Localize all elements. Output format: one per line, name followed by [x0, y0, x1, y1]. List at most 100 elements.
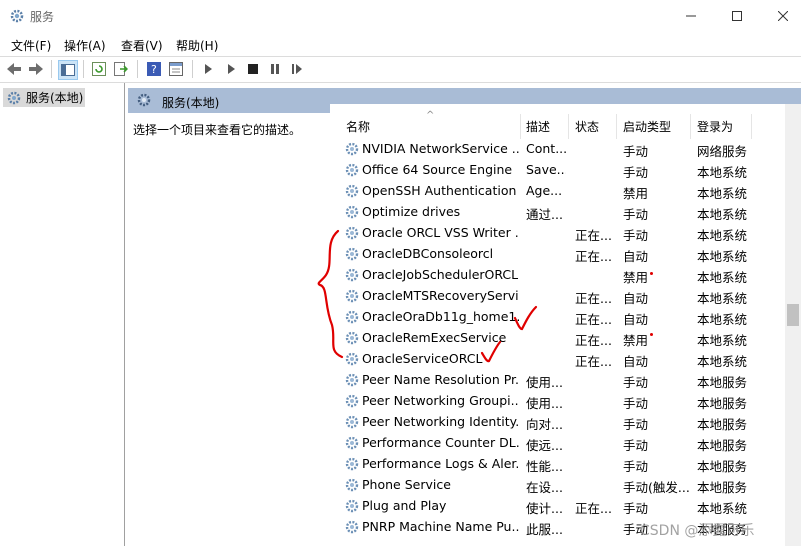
service-startup-type: 手动	[623, 375, 649, 390]
annotation-dot	[650, 333, 653, 336]
minimize-icon	[686, 15, 696, 17]
watermark: CSDN @添露可乐	[640, 523, 755, 539]
service-log-on-as: 本地服务	[697, 438, 748, 453]
service-startup-type: 自动	[623, 291, 649, 306]
service-startup-type: 手动	[623, 228, 649, 243]
console-tree-icon	[61, 64, 75, 76]
close-button[interactable]	[760, 0, 801, 32]
service-name: Peer Networking Identity...	[362, 414, 519, 429]
forward-button[interactable]	[27, 60, 45, 78]
service-log-on-as: 本地系统	[697, 291, 748, 306]
service-row[interactable]: Optimize drives 通过... 手动 本地系统	[340, 202, 760, 223]
restart-service-button[interactable]	[288, 60, 306, 78]
menu-help[interactable]: 帮助(H)	[176, 37, 218, 54]
column-divider[interactable]	[751, 114, 752, 139]
service-name: Performance Logs & Aler...	[362, 456, 519, 471]
service-row[interactable]: Performance Logs & Aler... 性能... 手动 本地服务	[340, 454, 760, 475]
play-icon	[228, 64, 235, 74]
stop-icon	[248, 64, 258, 74]
toolbar-separator	[83, 60, 84, 78]
service-description: Age...	[526, 183, 563, 198]
back-button[interactable]	[5, 60, 23, 78]
properties-button[interactable]	[167, 60, 185, 78]
service-description: Cont...	[526, 141, 566, 156]
service-log-on-as: 本地系统	[697, 501, 748, 516]
window-title: 服务	[30, 10, 55, 24]
show-tree-button[interactable]	[58, 60, 78, 80]
service-row[interactable]: Plug and Play 使计... 正在... 手动 本地系统	[340, 496, 760, 517]
service-row[interactable]: Peer Networking Identity... 向对... 手动 本地服务	[340, 412, 760, 433]
services-gear-icon	[7, 91, 21, 104]
refresh-button[interactable]	[90, 60, 108, 78]
column-header-startup-type[interactable]: 启动类型	[623, 118, 671, 135]
service-row[interactable]: Performance Counter DL... 使远... 手动 本地服务	[340, 433, 760, 454]
service-log-on-as: 本地系统	[697, 249, 748, 264]
stop-service-button[interactable]	[244, 60, 262, 78]
scrollbar-thumb[interactable]	[787, 304, 799, 326]
column-divider[interactable]	[520, 114, 521, 139]
service-row[interactable]: Office 64 Source Engine Save... 手动 本地系统	[340, 160, 760, 181]
service-startup-type: 自动	[623, 312, 649, 327]
minimize-button[interactable]	[668, 0, 714, 32]
column-header-log-on-as[interactable]: 登录为	[697, 118, 733, 135]
service-row[interactable]: Peer Networking Groupi... 使用... 手动 本地服务	[340, 391, 760, 412]
service-name: NVIDIA NetworkService ...	[362, 141, 519, 156]
column-divider[interactable]	[616, 114, 617, 139]
service-description: 使用...	[526, 396, 563, 411]
toolbar-separator	[51, 60, 52, 78]
service-description: 在设...	[526, 480, 563, 495]
service-gear-icon	[345, 142, 359, 156]
service-log-on-as: 本地系统	[697, 312, 748, 327]
service-startup-type: 自动	[623, 354, 649, 369]
tree-item-label: 服务(本地)	[26, 91, 84, 105]
service-gear-icon	[345, 184, 359, 198]
play-icon	[205, 64, 212, 74]
properties-icon	[169, 62, 183, 76]
start-service-alt-button[interactable]	[222, 60, 240, 78]
refresh-icon	[92, 62, 106, 76]
service-description: 使远...	[526, 438, 563, 453]
column-header-name[interactable]: 名称	[346, 118, 370, 135]
service-startup-type: 手动	[623, 438, 649, 453]
service-log-on-as: 本地系统	[697, 333, 748, 348]
tree-item-services-local[interactable]: 服务(本地)	[3, 88, 85, 107]
service-row[interactable]: NVIDIA NetworkService ... Cont... 手动 网络服务	[340, 139, 760, 160]
menu-action[interactable]: 操作(A)	[64, 37, 106, 54]
service-description: Save...	[526, 162, 566, 177]
menu-file[interactable]: 文件(F)	[11, 37, 51, 54]
service-startup-type: 手动	[623, 207, 649, 222]
service-name: Plug and Play	[362, 498, 447, 513]
pause-icon	[271, 64, 279, 74]
service-status: 正在...	[575, 501, 611, 516]
column-header-status[interactable]: 状态	[575, 118, 599, 135]
annotation-dot	[650, 272, 653, 275]
export-list-button[interactable]	[112, 60, 130, 78]
service-status: 正在...	[575, 249, 611, 264]
maximize-button[interactable]	[714, 0, 760, 32]
column-header-description[interactable]: 描述	[526, 118, 550, 135]
column-divider[interactable]	[690, 114, 691, 139]
service-startup-type: 手动(触发...	[623, 480, 690, 495]
service-name: Peer Networking Groupi...	[362, 393, 519, 408]
menu-view[interactable]: 查看(V)	[121, 37, 163, 54]
console-tree	[0, 83, 125, 546]
pause-service-button[interactable]	[266, 60, 284, 78]
service-startup-type: 手动	[623, 459, 649, 474]
service-gear-icon	[345, 457, 359, 471]
help-button[interactable]: ?	[145, 60, 163, 78]
service-name: Performance Counter DL...	[362, 435, 519, 450]
service-name: Peer Name Resolution Pr...	[362, 372, 519, 387]
service-startup-type: 手动	[623, 165, 649, 180]
service-row[interactable]: Phone Service 在设... 手动(触发... 本地服务	[340, 475, 760, 496]
service-startup-type: 禁用	[623, 333, 649, 348]
column-divider[interactable]	[568, 114, 569, 139]
service-name: PNRP Machine Name Pu...	[362, 519, 519, 534]
start-service-button[interactable]	[199, 60, 217, 78]
service-startup-type: 自动	[623, 249, 649, 264]
service-status: 正在...	[575, 333, 611, 348]
service-log-on-as: 网络服务	[697, 144, 748, 159]
service-gear-icon	[345, 373, 359, 387]
service-row[interactable]: Peer Name Resolution Pr... 使用... 手动 本地服务	[340, 370, 760, 391]
service-log-on-as: 本地服务	[697, 396, 748, 411]
service-row[interactable]: OpenSSH Authentication ... Age... 禁用 本地系统	[340, 181, 760, 202]
